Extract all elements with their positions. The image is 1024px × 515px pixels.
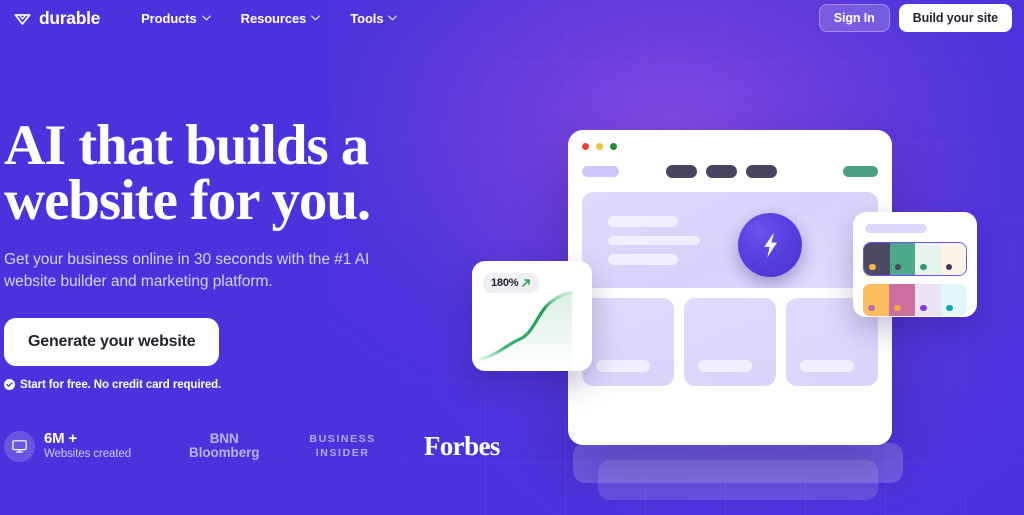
palette-swatch[interactable] [863, 284, 889, 316]
growth-percent: 180% [491, 277, 519, 289]
mockup-card [684, 298, 776, 386]
mockup-navbar [568, 161, 892, 187]
mockup-text-line [608, 216, 678, 227]
chevron-down-icon [311, 15, 321, 21]
nav-item-resources-label: Resources [240, 10, 307, 26]
brand-logo-link[interactable]: durable [13, 8, 100, 29]
mockup-card-bar [800, 360, 854, 372]
palette-swatch[interactable] [864, 243, 890, 275]
mockup-card-bar [698, 360, 752, 372]
nav-item-products[interactable]: Products [141, 11, 211, 26]
palette-swatch[interactable] [941, 284, 967, 316]
palette-row-selected[interactable] [863, 242, 967, 276]
chevron-down-icon [201, 15, 211, 21]
traffic-light-dots [582, 143, 617, 150]
palette-row[interactable] [863, 284, 967, 316]
palette-swatch[interactable] [915, 243, 941, 275]
social-proof-row: 6M + Websites created BNN Bloomberg BUSI… [4, 430, 500, 462]
navbar-actions: Sign In Build your site [818, 4, 1012, 32]
business-insider-logo: BUSINESS INSIDER [309, 432, 375, 460]
mockup-nav-pill [706, 165, 737, 178]
bnn-bloomberg-line1: BNN [209, 430, 239, 446]
websites-created-count: 6M + [44, 430, 77, 447]
press-logos: BNN Bloomberg BUSINESS INSIDER Forbes [189, 431, 500, 462]
nav-item-resources[interactable]: Resources [241, 11, 321, 26]
palette-swatch[interactable] [889, 284, 915, 316]
growth-line-chart [478, 290, 574, 371]
nav-item-products-label: Products [141, 10, 197, 26]
websites-created-stat: 6M + Websites created [4, 430, 131, 462]
websites-created-label: Websites created [44, 448, 132, 461]
mockup-card-bar [596, 360, 650, 372]
palette-swatch[interactable] [889, 243, 915, 275]
generate-your-website-button[interactable]: Generate your website [4, 317, 220, 366]
page-title: AI that builds a website for you. [4, 114, 371, 233]
monitor-icon [4, 430, 35, 462]
brand-name: durable [39, 7, 101, 28]
hero-subheading: Get your business online in 30 seconds w… [4, 250, 370, 291]
growth-stat-card: 180% [472, 261, 592, 371]
mockup-logo-placeholder [582, 166, 619, 177]
business-insider-line1: BUSINESS [309, 432, 376, 445]
build-your-site-button[interactable]: Build your site [898, 4, 1012, 32]
free-trial-note-label: Start for free. No credit card required. [20, 378, 222, 391]
window-stack-layer-front [573, 443, 903, 483]
mockup-text-line [608, 236, 700, 245]
palette-title-placeholder [865, 224, 927, 233]
nav-links: Products Resources Tools [141, 10, 398, 26]
mockup-nav-pill [746, 165, 777, 178]
mockup-hero-block [582, 192, 878, 288]
palette-swatch[interactable] [940, 243, 966, 275]
check-circle-icon [4, 379, 15, 390]
bnn-bloomberg-line2: Bloomberg [189, 445, 260, 461]
arrow-up-right-icon [522, 279, 531, 287]
nav-item-tools[interactable]: Tools [350, 10, 398, 26]
nav-item-tools-label: Tools [350, 10, 384, 26]
traffic-light-close [582, 143, 589, 150]
bnn-bloomberg-logo: BNN Bloomberg [189, 430, 260, 461]
hero-illustration: 180% [440, 30, 1024, 515]
browser-window-mockup [568, 130, 892, 445]
traffic-light-maximize [610, 143, 617, 150]
sign-in-button[interactable]: Sign In [818, 4, 890, 32]
traffic-light-minimize [596, 143, 603, 150]
forbes-logo: Forbes [423, 430, 500, 461]
free-trial-note: Start for free. No credit card required. [4, 379, 434, 391]
mockup-card-grid [582, 298, 878, 386]
hero-content: AI that builds a website for you. Get yo… [4, 114, 434, 391]
diamond-gem-icon [14, 13, 31, 25]
color-palette-card [853, 212, 977, 317]
mockup-card [582, 298, 674, 386]
mockup-text-line [608, 254, 678, 265]
business-insider-line2: INSIDER [315, 447, 370, 460]
palette-swatch[interactable] [915, 284, 941, 316]
mockup-cta-placeholder [843, 166, 878, 177]
lightning-bolt-icon [738, 213, 802, 277]
mockup-nav-pill [666, 165, 697, 178]
mockup-nav-placeholders [666, 165, 777, 178]
navbar: durable Products Resources Tools Sign In… [0, 0, 1024, 36]
chevron-down-icon [388, 15, 398, 21]
